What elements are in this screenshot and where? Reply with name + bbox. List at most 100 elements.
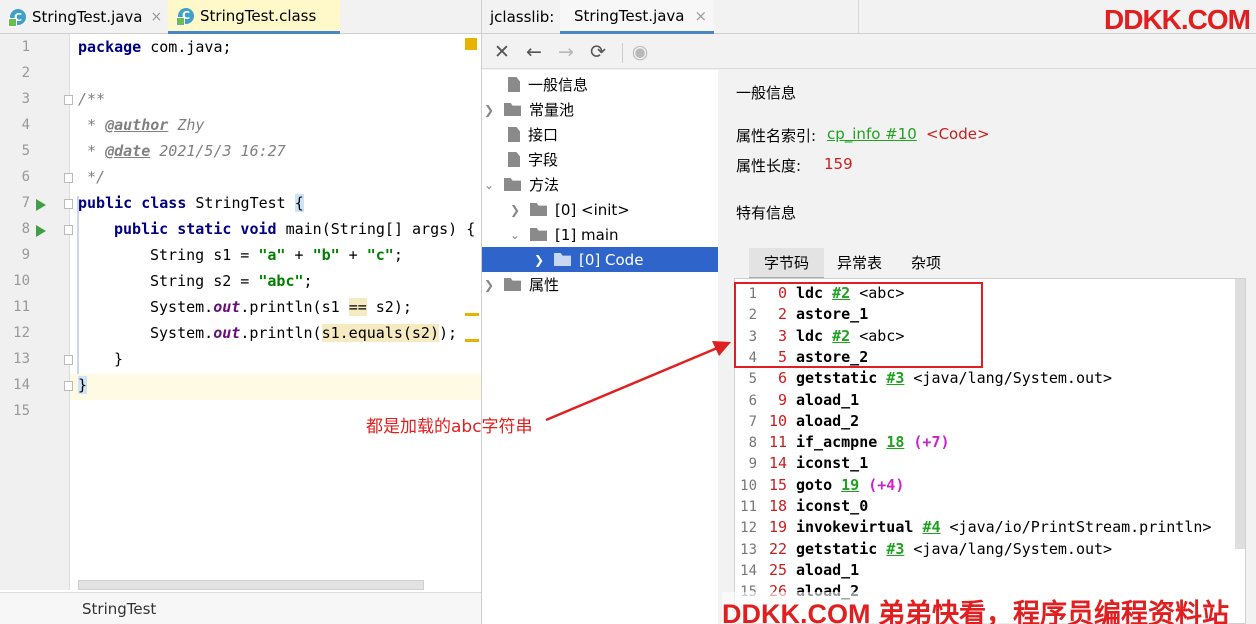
fold-icon[interactable]	[64, 355, 73, 365]
bytecode-line-number: 11	[740, 499, 757, 515]
fold-icon[interactable]	[64, 95, 73, 105]
line-number: 5	[21, 143, 30, 159]
warning-highlight: s1.equals(s2)	[321, 324, 439, 342]
run-class-icon[interactable]	[36, 199, 46, 211]
chevron-right-icon[interactable]: ❯	[508, 203, 522, 217]
fold-icon[interactable]	[64, 173, 73, 183]
branch-offset: (+4)	[868, 475, 905, 494]
tree-item-interfaces[interactable]: 接口	[482, 122, 558, 147]
warning-indicator-icon[interactable]	[465, 38, 477, 50]
fold-icon[interactable]	[64, 225, 73, 235]
subtab-exception-table[interactable]: 异常表	[822, 248, 897, 277]
chevron-right-icon[interactable]: ❯	[482, 278, 496, 292]
comment: *	[78, 142, 106, 160]
tree-item-general[interactable]: 一般信息	[482, 72, 588, 97]
file-icon	[508, 152, 520, 167]
opcode: iconst_0	[796, 497, 869, 515]
tab-label: StringTest.java	[574, 6, 685, 25]
operand-comment: <java/io/PrintStream.println>	[940, 518, 1212, 537]
subtab-misc[interactable]: 杂项	[896, 248, 956, 277]
line-number: 7	[21, 195, 30, 211]
chevron-right-icon[interactable]: ❯	[532, 253, 546, 267]
operand-link[interactable]: #4	[922, 518, 940, 536]
attr-length-value: 159	[824, 155, 853, 173]
code-line-9: String s1 = "a" + "b" + "c";	[150, 242, 403, 268]
operand-link[interactable]: 19	[841, 476, 859, 494]
opcode: iconst_1	[796, 454, 869, 473]
code-line-4: * @author Zhy	[78, 112, 204, 138]
bytecode-offset: 14	[768, 454, 787, 473]
fold-icon[interactable]	[64, 199, 73, 209]
bytecode-row: 14 25 aload_1	[735, 560, 859, 581]
divider	[622, 43, 623, 63]
cp-info-link[interactable]: cp_info #10	[827, 125, 917, 143]
warning-stripe[interactable]	[465, 339, 479, 342]
string-literal: "abc"	[258, 272, 304, 290]
warning-stripe[interactable]	[465, 313, 479, 316]
tree-item-label: [0] <init>	[555, 200, 630, 219]
horizontal-scrollbar[interactable]	[78, 580, 424, 590]
operand-comment: <java/lang/System.out>	[904, 369, 1113, 388]
tool-window-label: jclasslib:	[490, 8, 555, 26]
tree-item-code[interactable]: ❯ [0] Code	[482, 247, 718, 272]
matched-brace: }	[78, 376, 88, 394]
forward-arrow-icon[interactable]: →	[554, 39, 578, 65]
string-literal: "b"	[312, 246, 340, 264]
bytecode-row: 11 18 iconst_0	[735, 496, 868, 517]
line-number: 10	[13, 273, 30, 289]
code-text: System.	[150, 298, 214, 316]
back-arrow-icon[interactable]: ←	[522, 39, 546, 65]
tab-stringtest-class[interactable]: C StringTest.class	[168, 0, 340, 34]
operand-link[interactable]: #3	[886, 369, 904, 387]
tab-label: StringTest.java	[32, 8, 143, 26]
tab-jclasslib-file[interactable]: StringTest.java ×	[560, 0, 714, 34]
line-number: 1	[21, 39, 30, 55]
breadcrumb[interactable]: StringTest	[82, 600, 156, 618]
tree-item-label: 一般信息	[528, 76, 589, 94]
line-number: 13	[13, 351, 30, 367]
code-text: ;	[303, 272, 313, 290]
chevron-down-icon[interactable]: ⌄	[482, 178, 496, 192]
matched-brace: {	[294, 194, 304, 212]
fold-icon[interactable]	[64, 381, 73, 391]
subtab-bytecode[interactable]: 字节码	[749, 248, 825, 280]
code-line-14: }	[78, 372, 88, 398]
vertical-scrollbar[interactable]	[1235, 279, 1245, 549]
code-line-8: public static void main(String[] args) {	[114, 216, 475, 242]
tree-item-label: 属性	[529, 276, 560, 294]
tree-item-methods[interactable]: ⌄ 方法	[482, 172, 559, 197]
chevron-down-icon[interactable]: ⌄	[508, 228, 522, 242]
bytecode-row: 8 11 if_acmpne 18 (+7)	[735, 432, 950, 453]
tree-item-label: [0] Code	[579, 250, 644, 269]
tree-item-fields[interactable]: 字段	[482, 147, 558, 172]
bytecode-line-number: 10	[740, 477, 757, 494]
folder-icon	[504, 278, 521, 291]
close-icon[interactable]: ×	[151, 9, 163, 25]
tree-item-constant-pool[interactable]: ❯ 常量池	[482, 97, 574, 122]
bytecode-offset: 11	[768, 433, 787, 452]
line-number: 9	[21, 247, 30, 263]
opcode: getstatic	[796, 369, 878, 388]
tree-item-init[interactable]: ❯ [0] <init>	[508, 197, 630, 222]
refresh-icon[interactable]: ⟳	[586, 39, 610, 65]
indent-guide	[77, 196, 79, 374]
close-icon[interactable]: ×	[695, 7, 708, 25]
web-icon[interactable]: ◉	[628, 39, 652, 65]
bytecode-line-number: 13	[740, 541, 757, 558]
chevron-right-icon[interactable]: ❯	[482, 103, 496, 117]
operand-link[interactable]: #3	[886, 540, 904, 558]
highlight-box	[734, 282, 983, 368]
close-icon[interactable]: ✕	[490, 39, 514, 65]
line-number: 3	[21, 91, 30, 107]
code-line-7: public class StringTest {	[78, 190, 304, 216]
branch-offset: (+7)	[913, 433, 950, 452]
operand-link[interactable]: 18	[886, 433, 904, 451]
tree-item-attributes[interactable]: ❯ 属性	[482, 272, 559, 297]
tree-item-main[interactable]: ⌄ [1] main	[508, 222, 619, 247]
tab-stringtest-java[interactable]: C StringTest.java ×	[8, 0, 163, 34]
line-number: 6	[21, 169, 30, 185]
run-main-icon[interactable]	[36, 225, 46, 237]
tree-item-label: 常量池	[529, 101, 575, 119]
string-literal: "a"	[258, 246, 286, 264]
